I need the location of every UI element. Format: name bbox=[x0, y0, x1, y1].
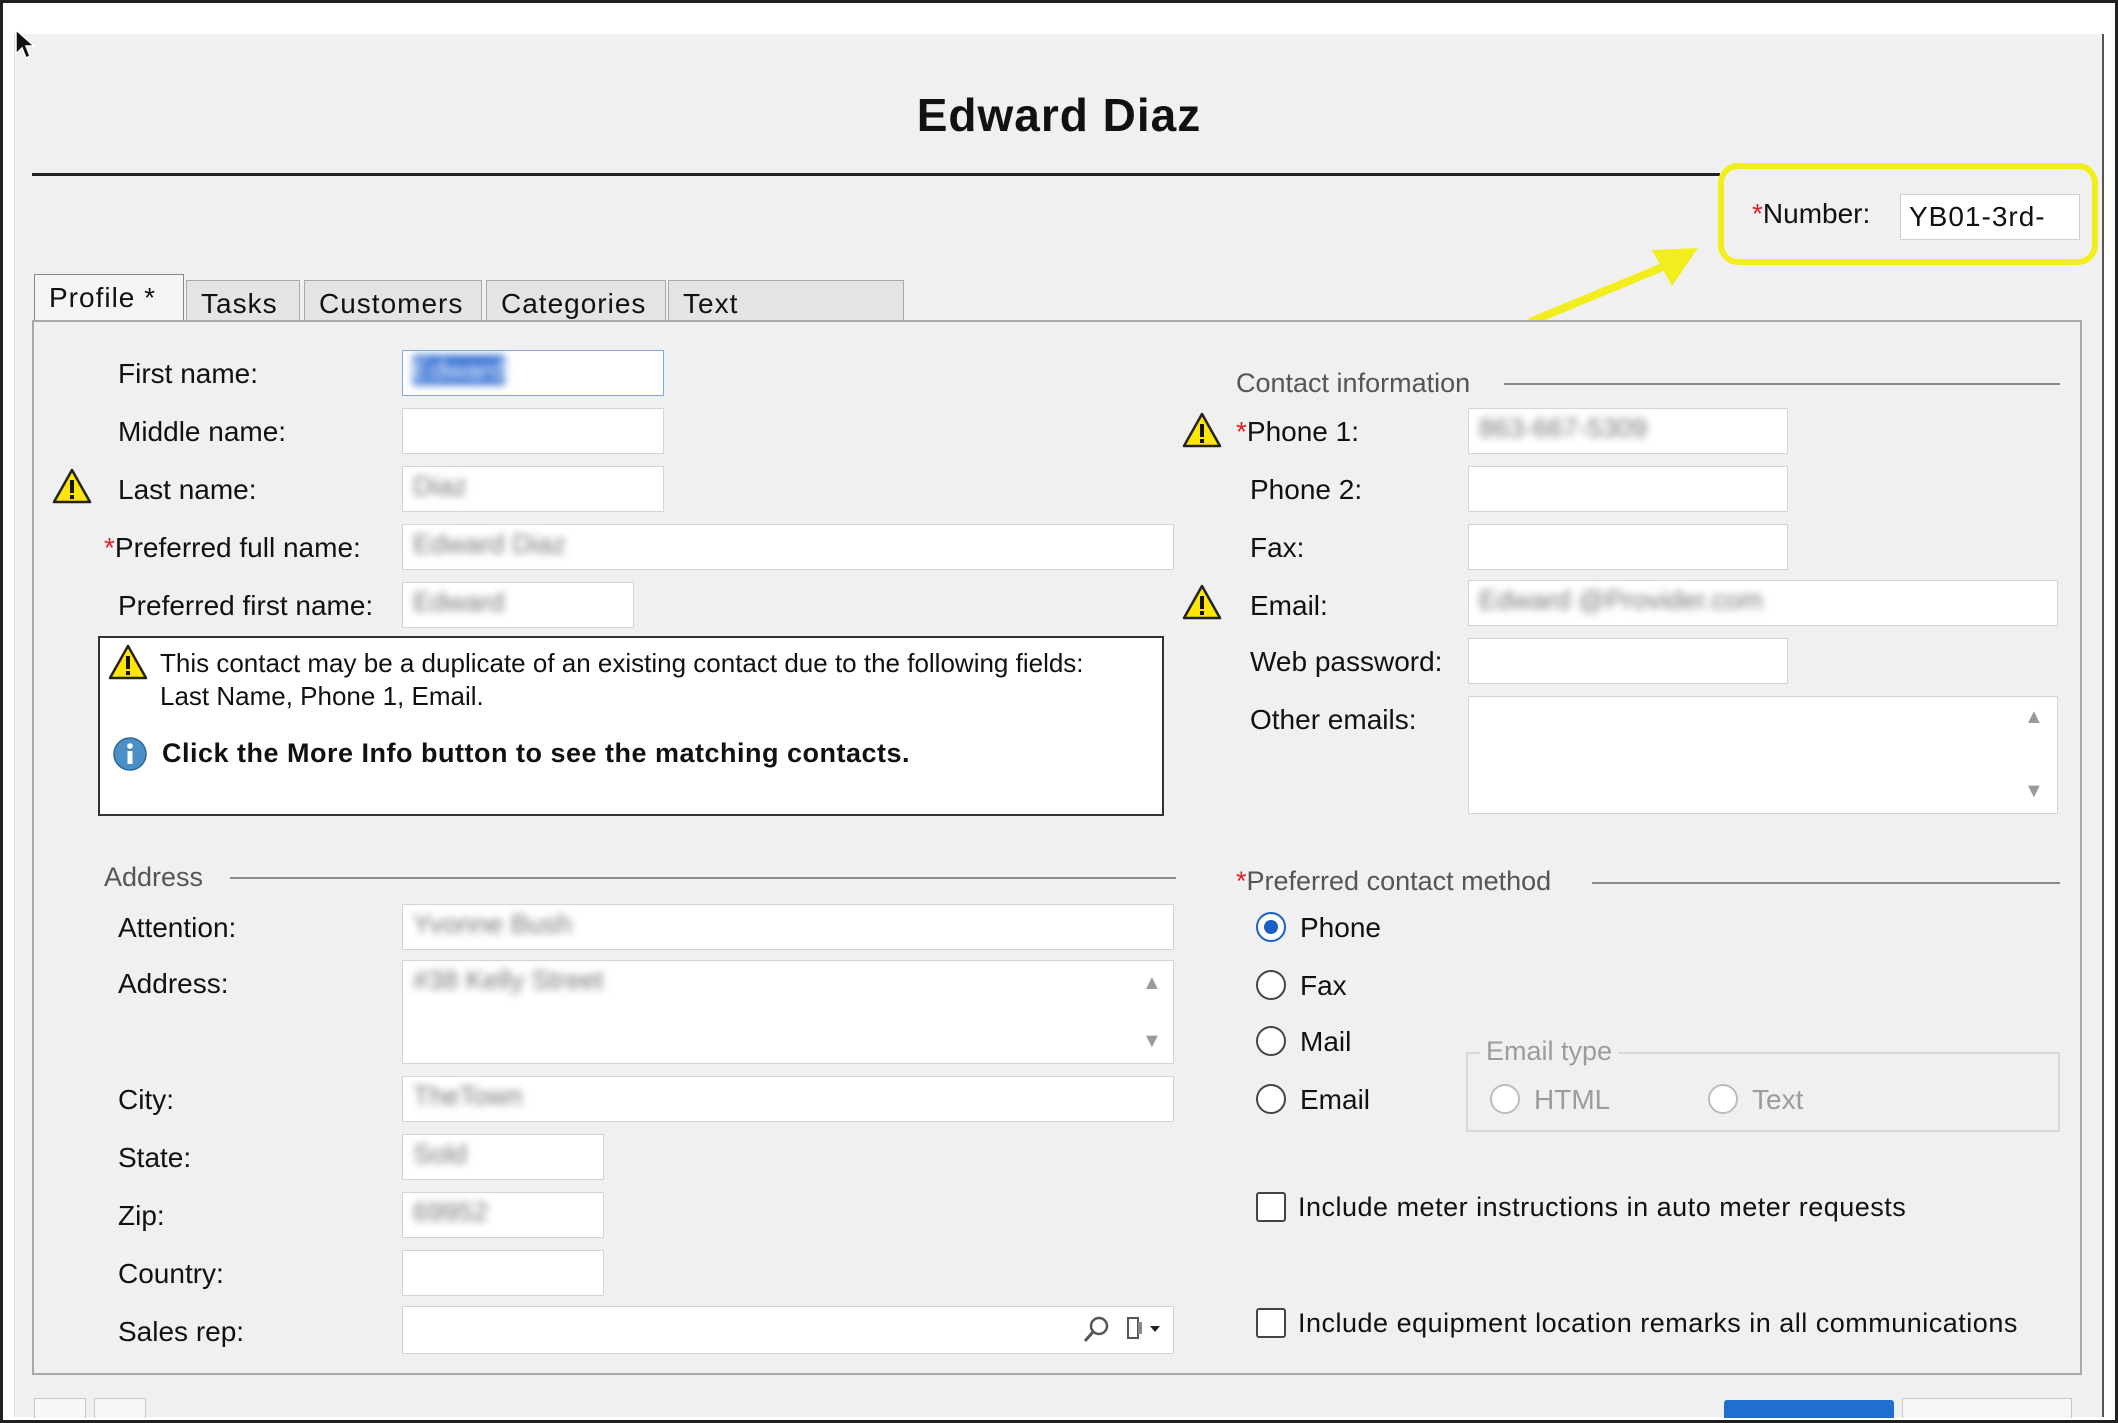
other-emails-scroll-down-icon[interactable]: ▼ bbox=[2024, 780, 2044, 803]
city-label: City: bbox=[118, 1084, 174, 1115]
contact-section-title: Contact information bbox=[1236, 368, 1471, 398]
email-warning-icon bbox=[1182, 584, 1222, 620]
html-radio[interactable] bbox=[1490, 1084, 1520, 1114]
email-label: Email: bbox=[1250, 590, 1328, 621]
last-name-warning-icon bbox=[52, 468, 92, 504]
primary-button[interactable] bbox=[1724, 1400, 1894, 1418]
middle-name-label: Middle name: bbox=[118, 416, 287, 447]
zip-label: Zip: bbox=[118, 1200, 165, 1231]
other-emails-label: Other emails: bbox=[1250, 704, 1417, 735]
web-password-label: Web password: bbox=[1250, 646, 1443, 677]
address-label: Address: bbox=[118, 968, 229, 999]
bottom-button-2[interactable] bbox=[94, 1398, 146, 1418]
phone2-input[interactable] bbox=[1468, 466, 1788, 512]
number-input[interactable]: YB01-3rd- bbox=[1900, 194, 2080, 240]
search-icon[interactable] bbox=[1082, 1314, 1112, 1344]
phone1-warning-icon bbox=[1182, 412, 1222, 448]
tab-text-messaging[interactable]: Text messaging bbox=[668, 280, 904, 351]
contact-section-divider bbox=[1504, 383, 2060, 385]
meter-instructions-checkbox[interactable] bbox=[1256, 1192, 1286, 1222]
address-scroll-down-icon[interactable]: ▼ bbox=[1142, 1030, 1162, 1053]
last-name-label: Last name: bbox=[118, 474, 257, 505]
number-label: *Number: bbox=[1752, 198, 1871, 229]
state-input[interactable]: Sold bbox=[402, 1134, 604, 1180]
info-icon bbox=[113, 737, 147, 771]
preferred-full-name-label: *Preferred full name: bbox=[104, 532, 361, 563]
mail-radio-label: Mail bbox=[1300, 1026, 1352, 1057]
state-label: State: bbox=[118, 1142, 192, 1173]
web-password-input[interactable] bbox=[1468, 638, 1788, 684]
mouse-cursor-icon bbox=[15, 28, 36, 60]
phone1-label: *Phone 1: bbox=[1236, 416, 1360, 447]
zip-input[interactable]: 69952 bbox=[402, 1192, 604, 1238]
first-name-input[interactable]: Edward bbox=[402, 350, 664, 396]
title-divider bbox=[32, 173, 1720, 176]
tab-customers[interactable]: Customers bbox=[304, 280, 482, 324]
duplicate-warning-line2: Last Name, Phone 1, Email. bbox=[160, 681, 484, 711]
contact-title: Edward Diaz bbox=[916, 89, 1202, 141]
sales-rep-label: Sales rep: bbox=[118, 1316, 245, 1347]
duplicate-info-text: Click the More Info button to see the ma… bbox=[162, 738, 911, 768]
equipment-remarks-label: Include equipment location remarks in al… bbox=[1298, 1308, 2018, 1338]
other-emails-textarea[interactable] bbox=[1468, 696, 2058, 814]
fax-radio-label: Fax bbox=[1300, 970, 1347, 1001]
callout-arrow-icon bbox=[1528, 248, 1698, 326]
email-radio-label: Email bbox=[1300, 1084, 1371, 1115]
email-input[interactable]: Edward @Provider.com bbox=[1468, 580, 2058, 626]
country-input[interactable] bbox=[402, 1250, 604, 1296]
equipment-remarks-checkbox[interactable] bbox=[1256, 1308, 1286, 1338]
secondary-button[interactable] bbox=[1902, 1398, 2072, 1418]
text-radio-label: Text bbox=[1752, 1084, 1804, 1115]
fax-label: Fax: bbox=[1250, 532, 1305, 563]
phone2-label: Phone 2: bbox=[1250, 474, 1363, 505]
sales-rep-input[interactable] bbox=[402, 1306, 1174, 1354]
address-section-divider bbox=[230, 877, 1176, 879]
attention-label: Attention: bbox=[118, 912, 237, 943]
attention-input[interactable]: Yvonne Bush bbox=[402, 904, 1174, 950]
other-emails-scroll-up-icon[interactable]: ▲ bbox=[2024, 706, 2044, 729]
city-input[interactable]: TheTown bbox=[402, 1076, 1174, 1122]
middle-name-input[interactable] bbox=[402, 408, 664, 454]
tab-tasks[interactable]: Tasks bbox=[186, 280, 300, 324]
preferred-first-name-input[interactable]: Edward bbox=[402, 582, 634, 628]
preferred-first-name-label: Preferred first name: bbox=[118, 590, 374, 621]
preferred-full-name-input[interactable]: Edward Diaz bbox=[402, 524, 1174, 570]
address-scroll-up-icon[interactable]: ▲ bbox=[1142, 972, 1162, 995]
last-name-input[interactable]: Diaz bbox=[402, 466, 664, 512]
duplicate-warning-line1: This contact may be a duplicate of an ex… bbox=[160, 648, 1084, 678]
tab-profile[interactable]: Profile * bbox=[34, 274, 184, 324]
mail-radio[interactable] bbox=[1256, 1026, 1286, 1056]
bottom-button-1[interactable] bbox=[34, 1398, 86, 1418]
email-type-title: Email type bbox=[1480, 1036, 1619, 1067]
address-textarea[interactable]: #38 Kelly Street bbox=[402, 960, 1174, 1064]
email-radio[interactable] bbox=[1256, 1084, 1286, 1114]
sales-rep-dropdown-icon[interactable] bbox=[1124, 1314, 1168, 1344]
phone-radio-label: Phone bbox=[1300, 912, 1381, 943]
first-name-label: First name: bbox=[118, 358, 259, 389]
address-section-title: Address bbox=[104, 862, 204, 892]
html-radio-label: HTML bbox=[1534, 1084, 1611, 1115]
duplicate-warning-icon bbox=[108, 644, 148, 680]
meter-instructions-label: Include meter instructions in auto meter… bbox=[1298, 1192, 1907, 1222]
text-radio[interactable] bbox=[1708, 1084, 1738, 1114]
country-label: Country: bbox=[118, 1258, 224, 1289]
phone1-input[interactable]: 863-667-5309 bbox=[1468, 408, 1788, 454]
preferred-method-section-title: *Preferred contact method bbox=[1236, 866, 1552, 896]
preferred-method-divider bbox=[1592, 882, 2060, 884]
fax-radio[interactable] bbox=[1256, 970, 1286, 1000]
tab-categories[interactable]: Categories bbox=[486, 280, 666, 324]
phone-radio[interactable] bbox=[1256, 912, 1286, 942]
fax-input[interactable] bbox=[1468, 524, 1788, 570]
